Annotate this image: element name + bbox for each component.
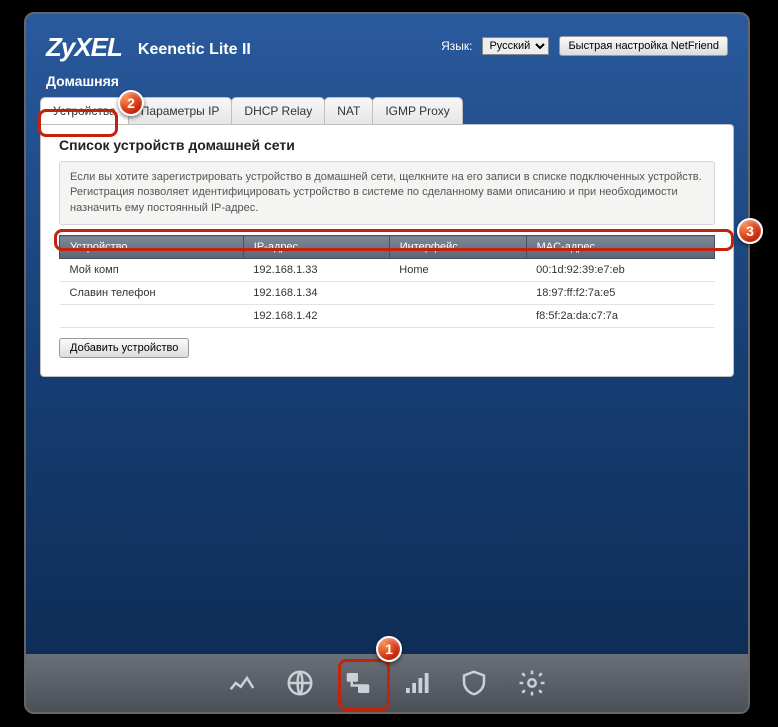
tab-bar: Устройства Параметры IP DHCP Relay NAT I… xyxy=(26,97,748,124)
cell-device: Мой комп xyxy=(60,259,244,282)
cell-ip: 192.168.1.34 xyxy=(243,282,389,305)
monitor-icon[interactable] xyxy=(221,662,263,704)
language-select[interactable]: Русский xyxy=(482,37,549,55)
table-row[interactable]: Славин телефон 192.168.1.34 18:97:ff:f2:… xyxy=(60,282,715,305)
cell-device: Славин телефон xyxy=(60,282,244,305)
tab-igmp-proxy[interactable]: IGMP Proxy xyxy=(372,97,462,124)
globe-icon[interactable] xyxy=(279,662,321,704)
shield-icon[interactable] xyxy=(453,662,495,704)
header: ZyXEL Keenetic Lite II Язык: Русский Быс… xyxy=(26,14,748,69)
tab-devices[interactable]: Устройства xyxy=(40,97,129,124)
panel-title: Список устройств домашней сети xyxy=(59,137,715,153)
logo: ZyXEL xyxy=(46,32,122,63)
cell-mac: 18:97:ff:f2:7a:e5 xyxy=(526,282,714,305)
wifi-signal-icon[interactable] xyxy=(395,662,437,704)
panel-info: Если вы хотите зарегистрировать устройст… xyxy=(59,161,715,225)
table-row[interactable]: 192.168.1.42 f8:5f:2a:da:c7:7a xyxy=(60,305,715,328)
col-mac: MAC-адрес xyxy=(526,236,714,259)
cell-ip: 192.168.1.33 xyxy=(243,259,389,282)
table-header-row: Устройство IP-адрес Интерфейс MAC-адрес xyxy=(60,236,715,259)
router-admin-window: ZyXEL Keenetic Lite II Язык: Русский Быс… xyxy=(24,12,750,714)
network-icon[interactable] xyxy=(337,662,379,704)
cell-iface xyxy=(389,282,526,305)
netfriend-button[interactable]: Быстрая настройка NetFriend xyxy=(559,36,728,56)
col-interface: Интерфейс xyxy=(389,236,526,259)
header-right: Язык: Русский Быстрая настройка NetFrien… xyxy=(441,36,728,56)
language-label: Язык: xyxy=(441,39,472,53)
cell-iface xyxy=(389,305,526,328)
model-name: Keenetic Lite II xyxy=(138,37,251,59)
cell-mac: f8:5f:2a:da:c7:7a xyxy=(526,305,714,328)
cell-iface: Home xyxy=(389,259,526,282)
add-device-button[interactable]: Добавить устройство xyxy=(59,338,189,358)
gear-icon[interactable] xyxy=(511,662,553,704)
col-device: Устройство xyxy=(60,236,244,259)
bottom-iconbar xyxy=(26,654,748,712)
cell-mac: 00:1d:92:39:e7:eb xyxy=(526,259,714,282)
section-title: Домашняя xyxy=(26,69,748,97)
device-table: Устройство IP-адрес Интерфейс MAC-адрес … xyxy=(59,235,715,328)
main-panel: Список устройств домашней сети Если вы х… xyxy=(40,124,734,377)
col-ip: IP-адрес xyxy=(243,236,389,259)
cell-ip: 192.168.1.42 xyxy=(243,305,389,328)
table-row[interactable]: Мой комп 192.168.1.33 Home 00:1d:92:39:e… xyxy=(60,259,715,282)
tab-nat[interactable]: NAT xyxy=(324,97,373,124)
brand-area: ZyXEL Keenetic Lite II xyxy=(46,32,251,63)
tab-dhcp-relay[interactable]: DHCP Relay xyxy=(231,97,325,124)
tab-ip-params[interactable]: Параметры IP xyxy=(128,97,233,124)
cell-device xyxy=(60,305,244,328)
